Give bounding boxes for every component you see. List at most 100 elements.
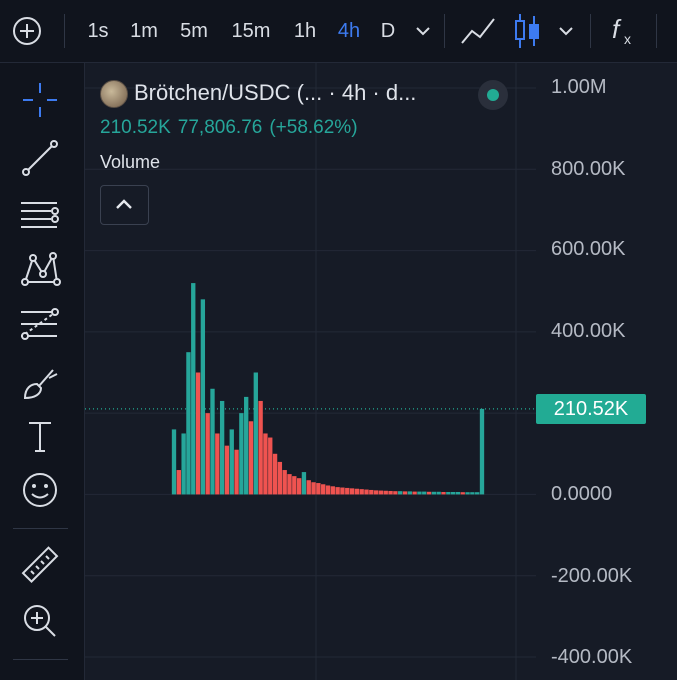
volume-bar [450,491,456,495]
trend-line-icon[interactable] [19,137,61,179]
volume-bar [407,491,412,495]
volume-bar [272,453,278,495]
volume-bar [465,492,470,495]
volume-bar [282,470,287,495]
volume-bar [402,491,408,495]
volume-bar [412,491,417,495]
legend-title[interactable]: Brötchen/USDC (... · 4h · d... [134,80,416,106]
volume-bar [470,492,475,495]
volume-bar [364,489,369,495]
volume-bar [229,429,234,495]
legend-values: 210.52K 77,806.76 (+58.62%) [100,117,365,139]
volume-bar [383,490,388,495]
volume-bar [417,491,422,495]
volume-bar [244,396,249,495]
volume-bar [263,433,268,495]
candlestick-icon[interactable] [512,12,542,50]
volume-bar [215,433,220,495]
interval-15m[interactable]: 15m [226,17,276,45]
fx-icon[interactable]: f x [608,14,640,48]
volume-bar [287,474,292,495]
price-axis-label: 1.00M [551,76,607,98]
volume-bar [224,445,230,495]
line-chart-icon[interactable] [460,15,496,47]
price-axis-label: 0.0000 [551,483,613,505]
plus-circle-icon[interactable] [12,16,42,46]
toolbar-separator [590,14,591,48]
interval-1s[interactable]: 1s [82,17,114,45]
brush-icon[interactable] [19,362,61,404]
svg-text:f: f [612,14,622,44]
volume-bar [195,372,201,495]
pattern-icon[interactable] [19,248,61,290]
toolbar-separator [64,14,65,48]
current-price-tag: 210.52K [536,394,646,424]
volume-bar [436,491,441,495]
top-toolbar: 1s 1m 5m 15m 1h 4h D f x [0,0,677,63]
text-icon[interactable] [19,415,61,457]
fib-icon[interactable] [19,304,61,346]
volume-bar [441,491,446,495]
volume-bar [349,488,355,495]
crosshair-icon[interactable] [19,79,61,121]
volume-bar [186,352,191,495]
volume-bar [253,372,258,495]
volume-bar [335,487,340,495]
interval-4h[interactable]: 4h [332,17,366,45]
volume-bar [277,461,283,495]
volume-bar [292,476,297,495]
price-axis-label: 400.00K [551,320,626,342]
volume-bar [210,388,215,495]
volume-bar [200,299,206,495]
volume-bar [354,488,360,495]
svg-text:x: x [624,31,631,47]
price-axis-label: -400.00K [551,646,633,668]
toolbar-separator [13,528,68,529]
volume-bar [388,490,393,495]
volume-bar [248,421,254,495]
volume-series [171,283,485,495]
volume-bar [455,491,461,495]
volume-bar [176,470,181,495]
toolbar-separator [13,659,68,660]
volume-bar [296,478,302,495]
price-axis-label: 800.00K [551,158,626,180]
legend-change-abs: 77,806.76 [177,117,263,138]
interval-5m[interactable]: 5m [174,17,214,45]
price-axis-label: -200.00K [551,565,633,587]
chevron-down-icon[interactable] [557,24,575,38]
emoji-icon[interactable] [19,469,61,511]
legend-value: 210.52K [100,117,171,138]
zoom-in-icon[interactable] [19,600,61,642]
volume-bar [373,490,379,495]
volume-bar [171,429,177,495]
status-dot [487,89,499,101]
volume-bar [258,400,263,495]
chevron-up-icon [116,199,132,209]
volume-bar [426,491,432,495]
volume-bar [330,486,335,495]
volume-bar [239,413,244,495]
interval-1h[interactable]: 1h [288,17,322,45]
ruler-icon[interactable] [19,545,61,587]
volume-bar [316,483,321,495]
volume-bar [446,491,451,495]
toolbar-separator [444,14,445,48]
volume-bar [369,489,374,495]
volume-bar [422,491,427,495]
volume-bar [268,437,273,495]
legend-change-pct: (+58.62%) [269,117,358,138]
volume-bar [398,491,403,495]
collapse-button[interactable] [100,185,149,225]
volume-bar [301,472,307,495]
volume-bar [306,480,311,495]
horizontal-lines-icon[interactable] [19,195,61,237]
volume-bar [311,482,316,495]
volume-bar [345,487,350,495]
volume-bar [325,485,331,495]
toolbar-separator [656,14,657,48]
avatar [100,80,128,108]
interval-1m[interactable]: 1m [126,17,162,45]
chevron-down-icon[interactable] [414,24,432,38]
interval-d[interactable]: D [376,17,400,45]
